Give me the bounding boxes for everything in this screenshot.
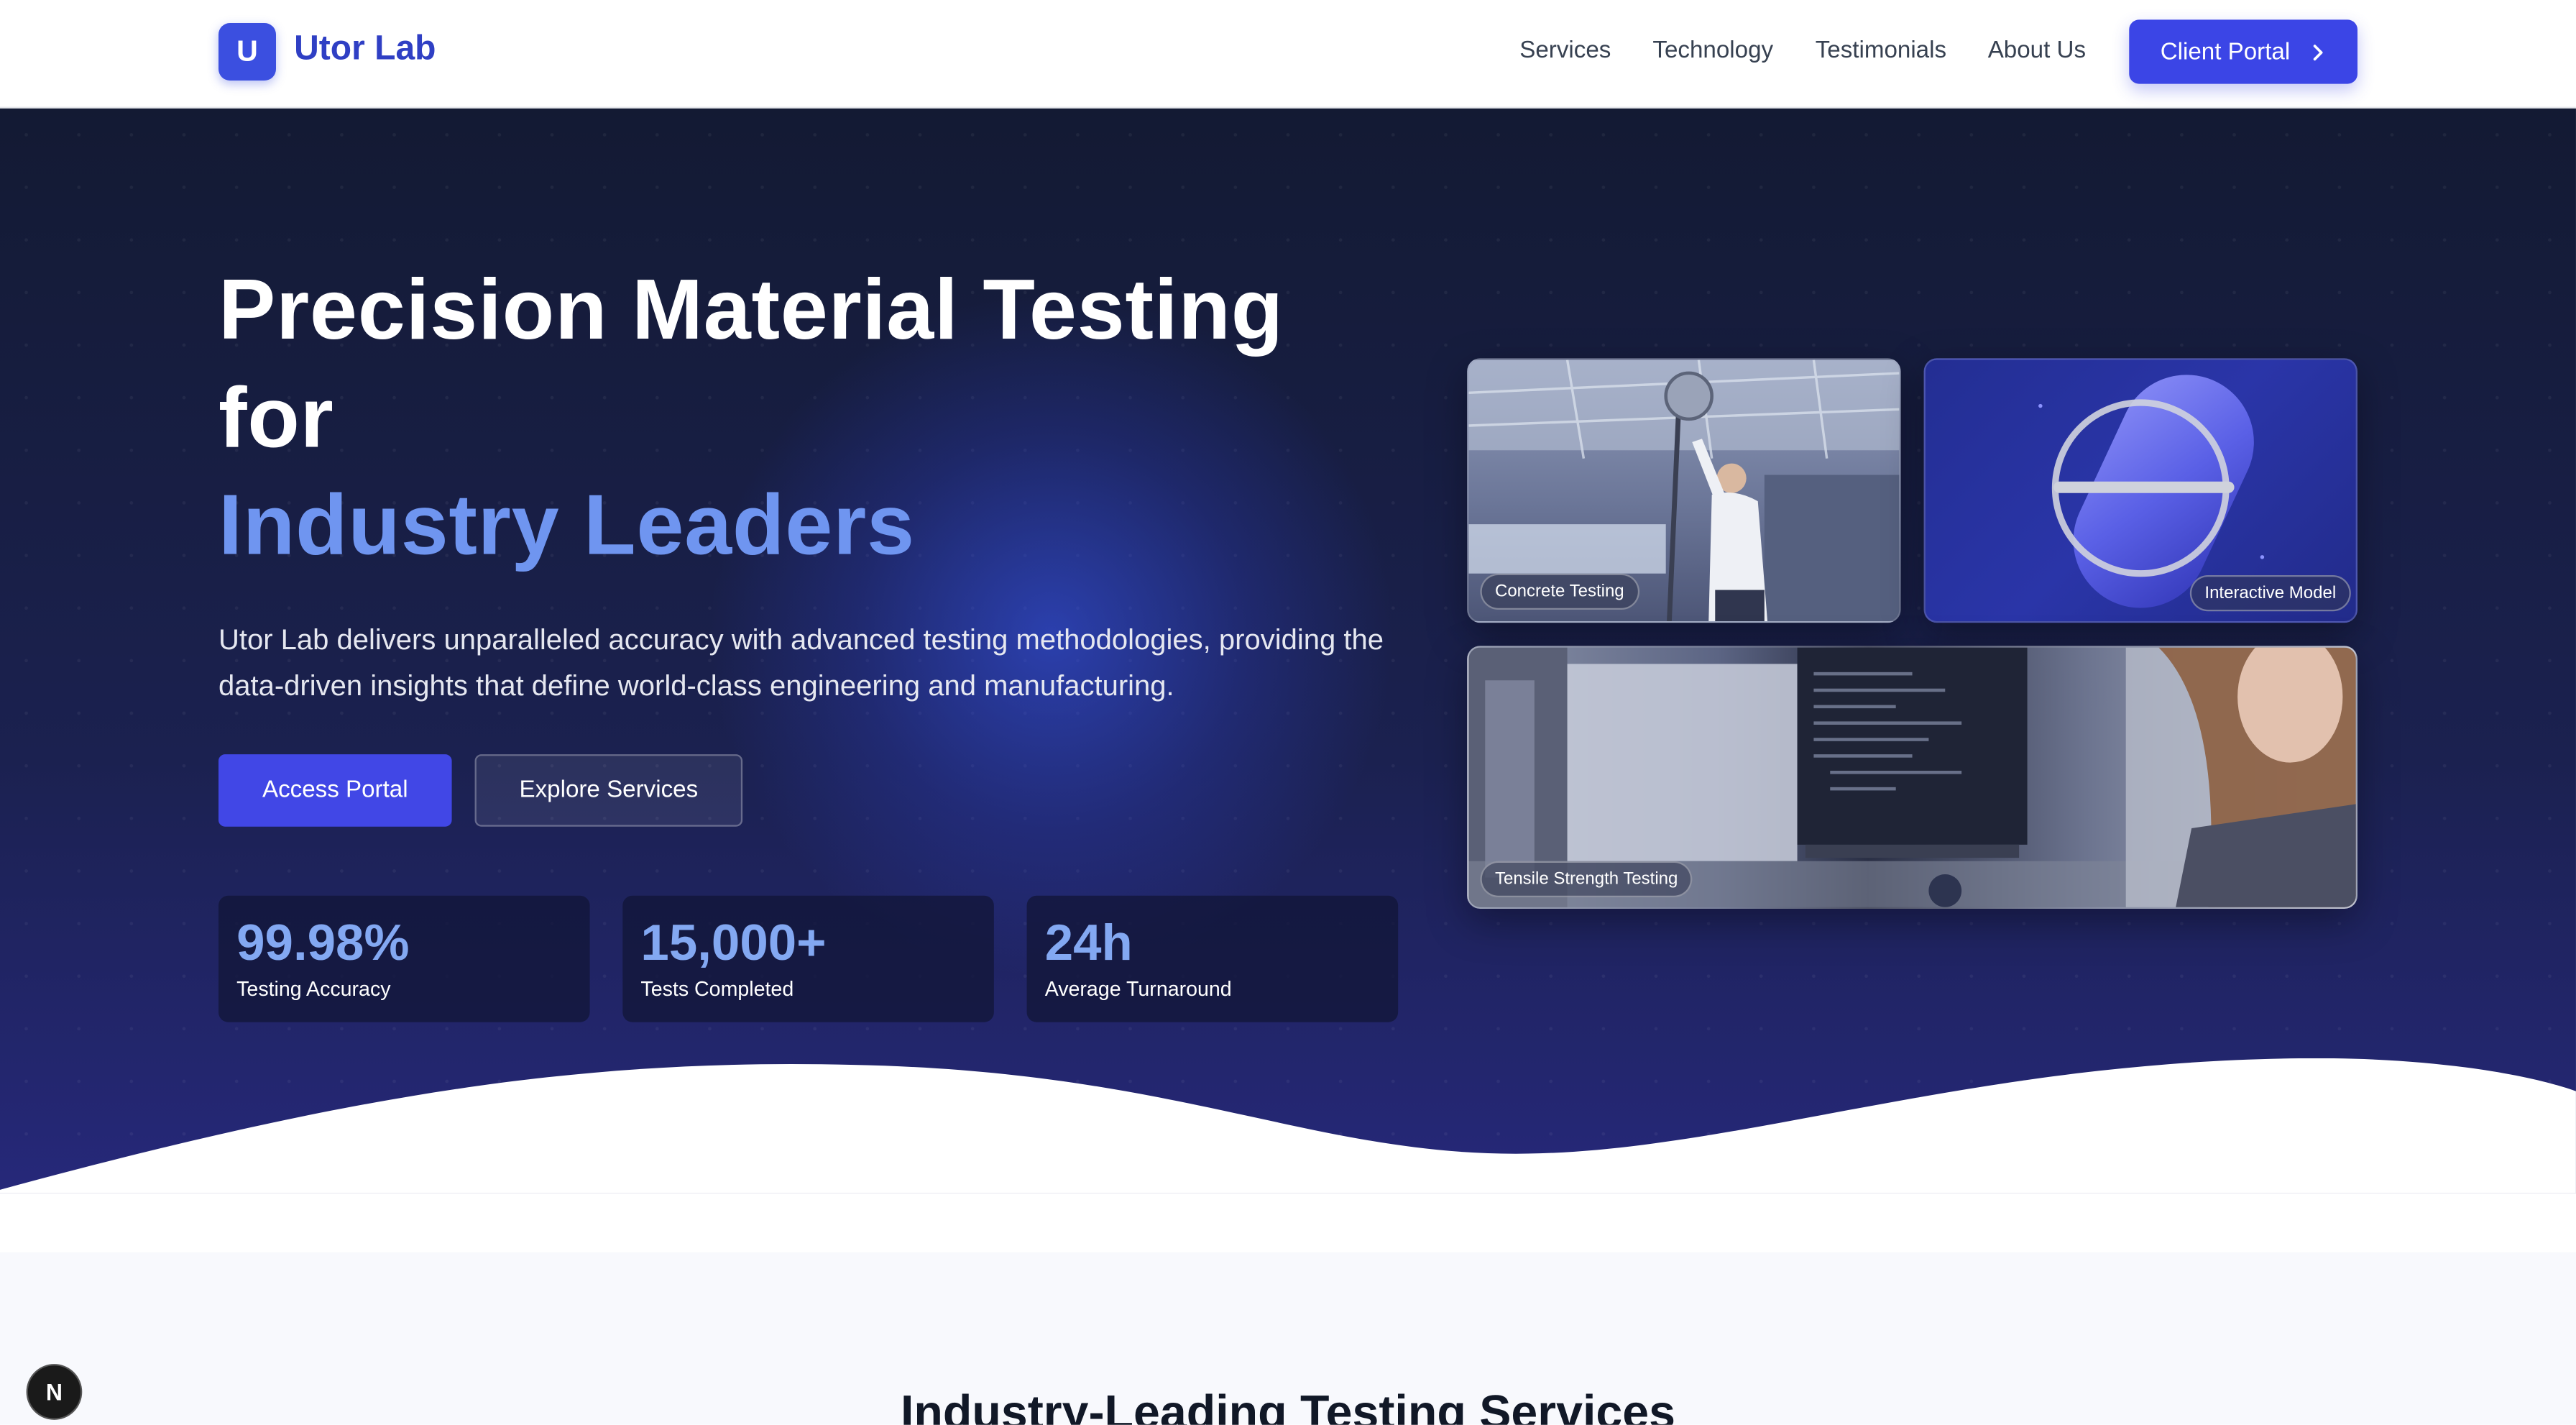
client-portal-button[interactable]: Client Portal bbox=[2129, 19, 2358, 84]
hero-wave-divider bbox=[0, 1058, 2576, 1193]
stat-card-tests: 15,000+ Tests Completed bbox=[622, 895, 994, 1022]
card-interactive-model[interactable]: Interactive Model bbox=[1923, 358, 2358, 623]
card-label: Tensile Strength Testing bbox=[1480, 861, 1693, 897]
nav-link-technology[interactable]: Technology bbox=[1652, 38, 1773, 65]
chevron-right-icon bbox=[2313, 44, 2323, 60]
stat-card-turnaround: 24h Average Turnaround bbox=[1026, 895, 1399, 1022]
hero-section: Precision Material Testing for Industry … bbox=[0, 108, 2576, 1193]
card-concrete-testing[interactable]: Concrete Testing bbox=[1467, 358, 1901, 623]
client-portal-label: Client Portal bbox=[2160, 38, 2291, 65]
stat-value: 24h bbox=[1044, 913, 1133, 971]
hero-subtitle: Utor Lab delivers unparalleled accuracy … bbox=[218, 623, 1384, 702]
card-label: Concrete Testing bbox=[1480, 573, 1639, 610]
logo-icon[interactable]: U bbox=[218, 22, 276, 81]
dev-tools-badge[interactable]: N bbox=[26, 1364, 83, 1420]
card-tensile-strength[interactable]: Tensile Strength Testing bbox=[1467, 646, 2358, 909]
stat-value: 99.98% bbox=[236, 913, 410, 971]
explore-services-button[interactable]: Explore Services bbox=[474, 754, 743, 827]
brand-name[interactable]: Utor Lab bbox=[294, 29, 436, 69]
stat-label: Tests Completed bbox=[640, 977, 794, 1001]
stat-label: Average Turnaround bbox=[1044, 977, 1232, 1001]
hero-title-highlight: Industry Leaders bbox=[218, 478, 915, 574]
access-portal-button[interactable]: Access Portal bbox=[218, 754, 452, 827]
card-label: Interactive Model bbox=[2189, 574, 2351, 612]
nav-link-about-us[interactable]: About Us bbox=[1988, 38, 2086, 65]
hero-title: Precision Material Testing for bbox=[218, 262, 1284, 467]
site-header: U Utor Lab Services Technology Testimoni… bbox=[0, 0, 2576, 109]
stat-label: Testing Accuracy bbox=[236, 977, 391, 1001]
stat-value: 15,000+ bbox=[640, 913, 827, 971]
nav-link-services[interactable]: Services bbox=[1519, 38, 1611, 65]
services-section-title: Industry-Leading Testing Services bbox=[900, 1387, 1675, 1425]
nav-link-testimonials[interactable]: Testimonials bbox=[1816, 38, 1946, 65]
stat-card-accuracy: 99.98% Testing Accuracy bbox=[218, 895, 590, 1022]
